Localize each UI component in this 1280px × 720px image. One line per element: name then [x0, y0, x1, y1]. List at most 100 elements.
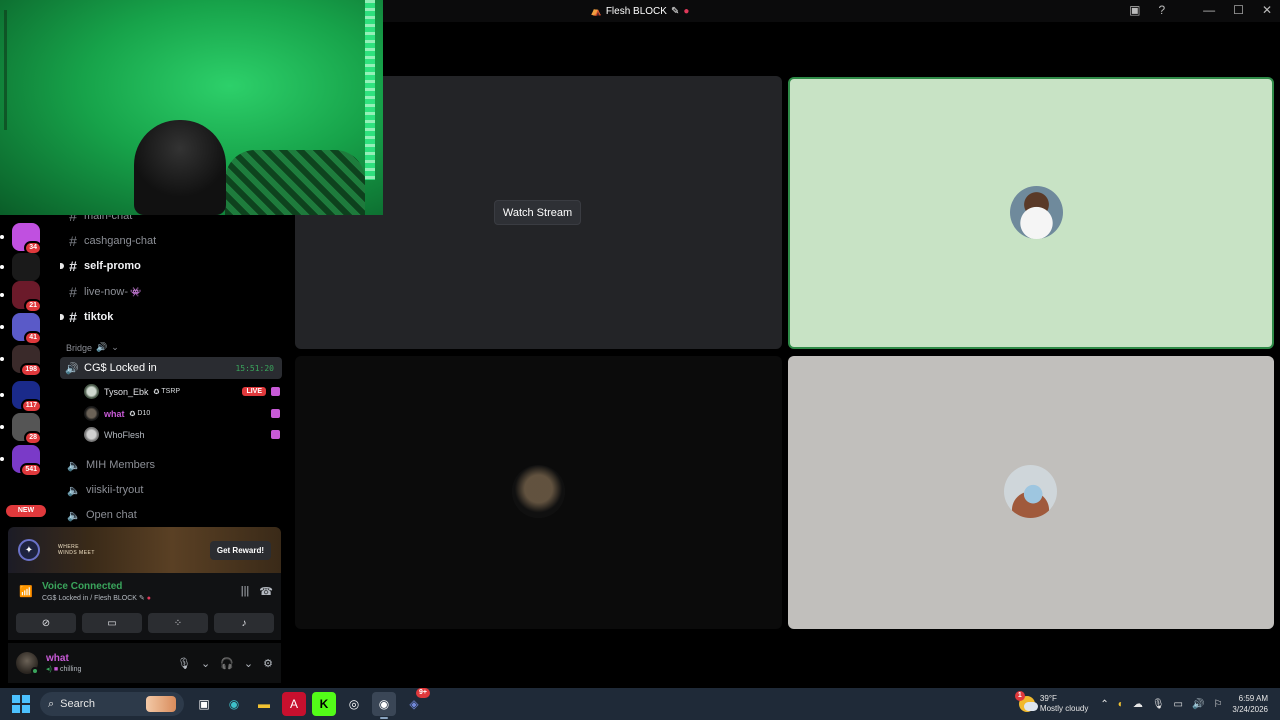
- unread-pill: [0, 457, 4, 461]
- channel-cashgang-chat[interactable]: # cashgang-chat: [62, 230, 282, 252]
- user-panel: what ◂) ■ chilling 🎙 ⌄ 🎧 ⌄ ⚙: [8, 643, 281, 683]
- soundboard-icon: ♪: [241, 617, 247, 629]
- volume-icon[interactable]: 🔊: [1192, 699, 1204, 710]
- unread-pill: [0, 293, 4, 297]
- voice-user-name: what: [104, 408, 125, 419]
- avatar: [84, 427, 99, 442]
- chevron-up-icon[interactable]: ⌃: [1100, 699, 1108, 710]
- streamer-hat: [134, 120, 226, 215]
- clock[interactable]: 6:59 AM 3/24/2026: [1232, 693, 1268, 715]
- file-explorer-icon[interactable]: ▬: [252, 692, 276, 716]
- microphone-icon[interactable]: 🎙: [1152, 699, 1165, 710]
- mention-badge: 117: [20, 399, 42, 413]
- server-icon[interactable]: 28: [12, 413, 42, 445]
- hash-icon: #: [69, 284, 77, 300]
- live-badge: LIVE: [242, 387, 266, 396]
- camera-off-button[interactable]: ⊘: [16, 613, 76, 633]
- start-button[interactable]: [12, 695, 30, 713]
- taskbar-search[interactable]: ⌕ Search: [40, 692, 184, 716]
- mention-badge: 21: [24, 299, 42, 313]
- screen-share-button[interactable]: ▭: [82, 613, 142, 633]
- discord-icon[interactable]: ◈ 9+: [402, 688, 430, 716]
- notification-badge: 9+: [416, 688, 430, 698]
- help-icon[interactable]: ?: [1158, 3, 1165, 17]
- voice-channel-open-chat[interactable]: 🔈 Open chat: [62, 504, 282, 526]
- edge-icon[interactable]: ◉: [222, 692, 246, 716]
- settings-icon[interactable]: ⚙: [263, 657, 273, 670]
- microphone-icon[interactable]: 🎙: [177, 657, 191, 670]
- server-icon[interactable]: 34: [12, 223, 42, 255]
- app-tray-icon[interactable]: ◐: [1118, 699, 1124, 710]
- avatar: [84, 406, 99, 421]
- chevron-down-icon[interactable]: ⌄: [244, 657, 253, 670]
- chevron-down-icon: ⌄: [111, 342, 119, 352]
- voice-channel-name: MIH Members: [86, 459, 156, 471]
- noise-suppression-icon[interactable]: |||: [241, 585, 250, 598]
- search-highlight-image: [146, 696, 176, 712]
- kick-icon[interactable]: K: [312, 692, 336, 716]
- chevron-down-icon[interactable]: ⌄: [201, 657, 210, 670]
- maximize-icon[interactable]: ☐: [1233, 3, 1244, 17]
- voice-connected-panel: 📶 Voice Connected CG$ Locked in / Flesh …: [8, 573, 281, 640]
- headphones-icon[interactable]: 🎧: [220, 657, 234, 670]
- server-icon[interactable]: 117: [12, 381, 42, 413]
- channel-self-promo[interactable]: # self-promo: [60, 255, 282, 277]
- unread-pill: [0, 393, 4, 397]
- chrome-icon[interactable]: ◎: [342, 692, 366, 716]
- voice-channel-viiskii-tryout[interactable]: 🔈 viiskii-tryout: [62, 479, 282, 501]
- voice-channel-mih-members[interactable]: 🔈 MIH Members: [62, 454, 282, 476]
- orb-icon: ✦: [18, 539, 40, 561]
- server-rail: 34 21 41 198 117 28 541: [0, 215, 52, 527]
- activity-icon: [271, 430, 280, 439]
- voice-user[interactable]: WhoFlesh: [84, 425, 280, 444]
- window-title: ⛺ Flesh BLOCK ✎ ●: [591, 6, 690, 17]
- unread-pill: [0, 325, 4, 329]
- inbox-icon[interactable]: ▣: [1129, 3, 1140, 17]
- watch-stream-button[interactable]: Watch Stream: [494, 200, 581, 225]
- participant-tile[interactable]: [788, 356, 1274, 629]
- clock-date: 3/24/2026: [1232, 705, 1268, 714]
- voice-user[interactable]: what ✪ D10: [84, 404, 280, 423]
- voice-channel-name: Open chat: [86, 509, 137, 521]
- channel-tiktok[interactable]: # tiktok: [60, 306, 282, 328]
- custom-status-text: chilling: [60, 666, 82, 673]
- task-view-icon[interactable]: ▣: [192, 692, 216, 716]
- weather-widget[interactable]: 1 39°F Mostly cloudy: [1014, 691, 1088, 714]
- hash-icon: #: [69, 309, 77, 325]
- hash-icon: #: [69, 233, 77, 249]
- voice-location: CG$ Locked in / Flesh BLOCK ✎ ●: [42, 594, 151, 602]
- participant-tile[interactable]: [295, 356, 782, 629]
- close-icon[interactable]: ✕: [1262, 3, 1272, 17]
- game-logo: WHERE WINDS MEET: [58, 544, 95, 556]
- voice-user-name: Tyson_Ebk: [104, 386, 149, 397]
- participant-avatar: [512, 465, 565, 518]
- get-reward-button[interactable]: Get Reward!: [209, 540, 271, 560]
- channel-live-now[interactable]: # live-now- 👾: [62, 281, 282, 303]
- app-a-icon[interactable]: A: [282, 692, 306, 716]
- server-icon[interactable]: 541: [12, 445, 42, 477]
- participant-avatar: [1004, 465, 1057, 518]
- activities-button[interactable]: ⁘: [148, 613, 208, 633]
- signal-icon[interactable]: 📶: [16, 582, 36, 602]
- search-placeholder: Search: [60, 698, 96, 710]
- server-icon[interactable]: [12, 253, 40, 281]
- server-icon[interactable]: 21: [12, 281, 42, 313]
- cloud-icon[interactable]: ☁: [1133, 699, 1143, 710]
- voice-channel-active[interactable]: 🔊 CG$ Locked in 15:51:20: [60, 357, 282, 379]
- participant-tile-speaking[interactable]: [788, 77, 1274, 349]
- category-bridge[interactable]: Bridge 🔊 ⌄: [66, 342, 119, 353]
- obs-icon[interactable]: ◉: [372, 692, 396, 719]
- server-icon[interactable]: 41: [12, 313, 42, 345]
- voice-user[interactable]: Tyson_Ebk ✪ TSRP LIVE: [84, 382, 280, 401]
- disconnect-icon[interactable]: ☎: [259, 585, 273, 598]
- server-icon[interactable]: 198: [12, 345, 42, 377]
- avatar[interactable]: [16, 652, 39, 675]
- soundboard-button[interactable]: ♪: [214, 613, 274, 633]
- weather-icon: 1: [1014, 691, 1038, 712]
- network-icon[interactable]: ⚐: [1213, 699, 1222, 710]
- drop-icon: ●: [683, 5, 690, 17]
- user-tag: ✪ TSRP: [153, 388, 181, 396]
- promo-banner[interactable]: ✦ WHERE WINDS MEET Get Reward!: [8, 527, 281, 573]
- minimize-icon[interactable]: —: [1203, 3, 1215, 17]
- display-icon[interactable]: ▭: [1174, 699, 1183, 710]
